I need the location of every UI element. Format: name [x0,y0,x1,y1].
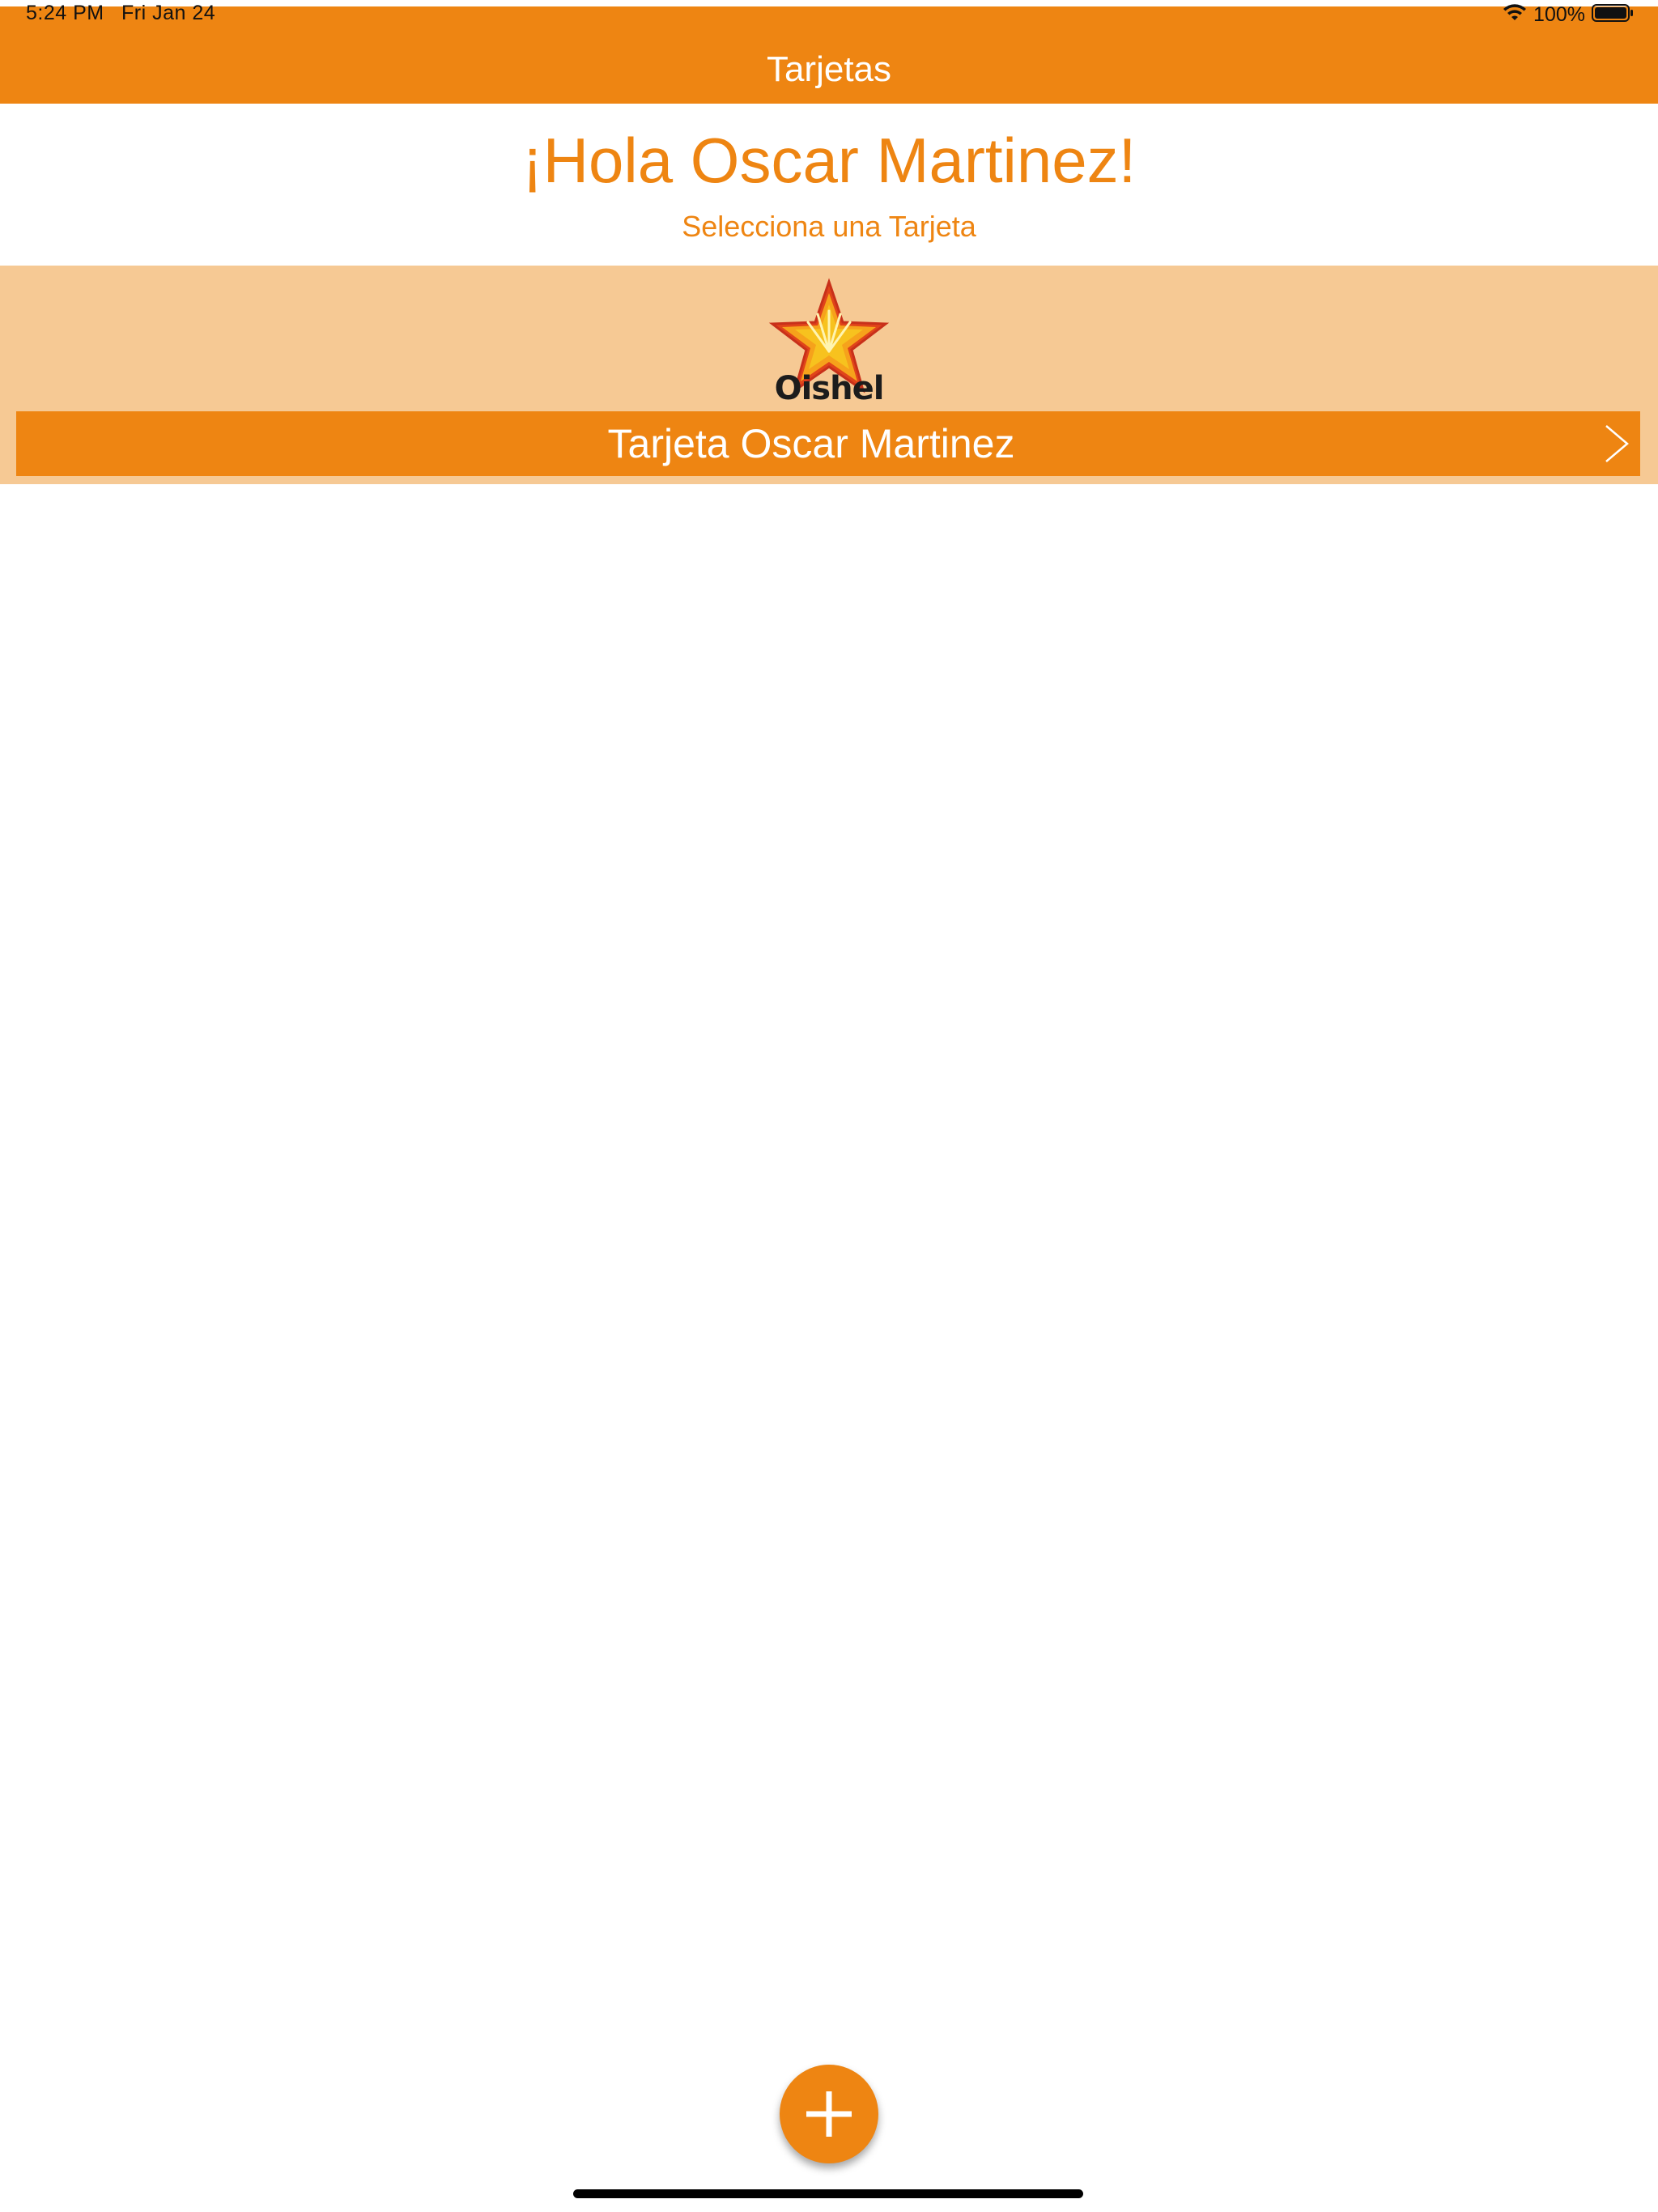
status-indicators: 100% [1503,2,1634,28]
select-card-subtitle: Selecciona una Tarjeta [682,210,976,243]
status-date: Fri Jan 24 [121,2,216,24]
add-card-button[interactable] [780,2065,878,2163]
card-select-button[interactable]: Tarjeta Oscar Martinez [16,411,1640,476]
battery-icon [1592,3,1634,27]
chevron-right-icon [1600,423,1632,465]
brand-wordmark: Oishel [774,370,885,407]
wifi-icon [1503,3,1527,27]
greeting-title: ¡Hola Oscar Martinez! [521,125,1137,196]
nav-title: Tarjetas [766,49,892,89]
oishel-logo: Oishel [764,272,894,410]
home-indicator[interactable] [573,2189,1083,2198]
status-time: 5:24 PM [26,2,104,24]
battery-percentage: 100% [1533,2,1585,26]
card-list-item[interactable]: Oishel Tarjeta Oscar Martinez [0,266,1658,484]
card-label: Tarjeta Oscar Martinez [607,421,1015,466]
tarjetas-screen: Tarjetas 5:24 PM Fri Jan 24 100% ¡Hola O… [0,0,1658,2212]
status-bar: 5:24 PM Fri Jan 24 100% [0,0,1658,32]
